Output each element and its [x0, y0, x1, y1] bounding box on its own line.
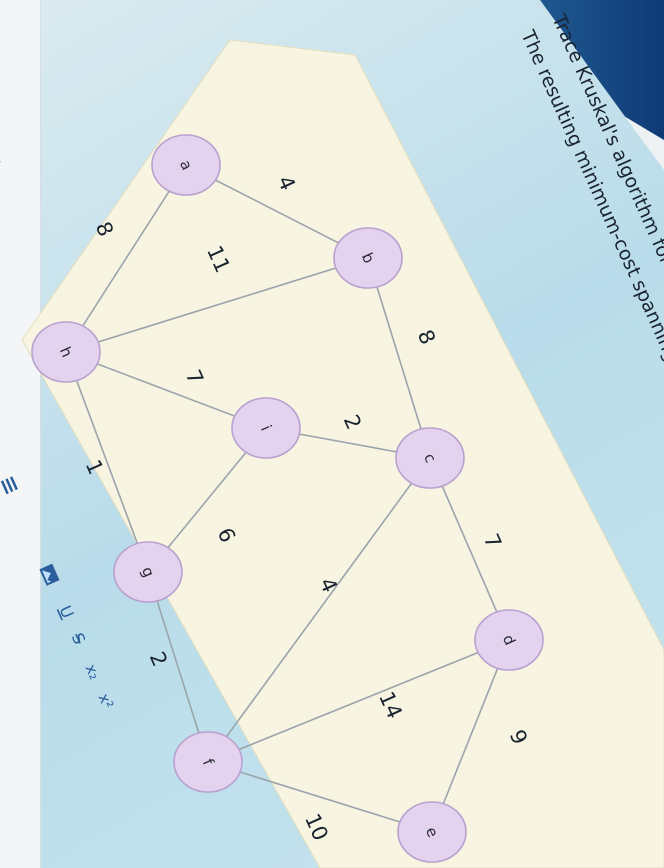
subscript-button[interactable]: x₂: [81, 661, 104, 682]
question-stage: Trace Kruskal's algorithm for the follow…: [0, 10, 664, 868]
image-icon[interactable]: [39, 563, 60, 586]
node-i: i: [231, 397, 301, 459]
node-b: b: [333, 227, 403, 289]
editor-toolbar: U S x₂ x²: [0, 476, 118, 712]
node-a: a: [151, 134, 221, 196]
node-d: d: [474, 609, 544, 671]
node-c: c: [395, 427, 465, 489]
graph-card: [21, 39, 664, 868]
edge-weight-g-f: 2: [145, 648, 172, 670]
node-f: f: [173, 731, 243, 793]
list-icon[interactable]: [0, 476, 18, 495]
node-h: h: [31, 321, 101, 383]
node-e: e: [397, 801, 467, 863]
superscript-button[interactable]: x²: [95, 691, 118, 712]
node-g: g: [113, 541, 183, 603]
underline-button[interactable]: U: [55, 603, 77, 621]
strikethrough-button[interactable]: S: [68, 630, 89, 647]
